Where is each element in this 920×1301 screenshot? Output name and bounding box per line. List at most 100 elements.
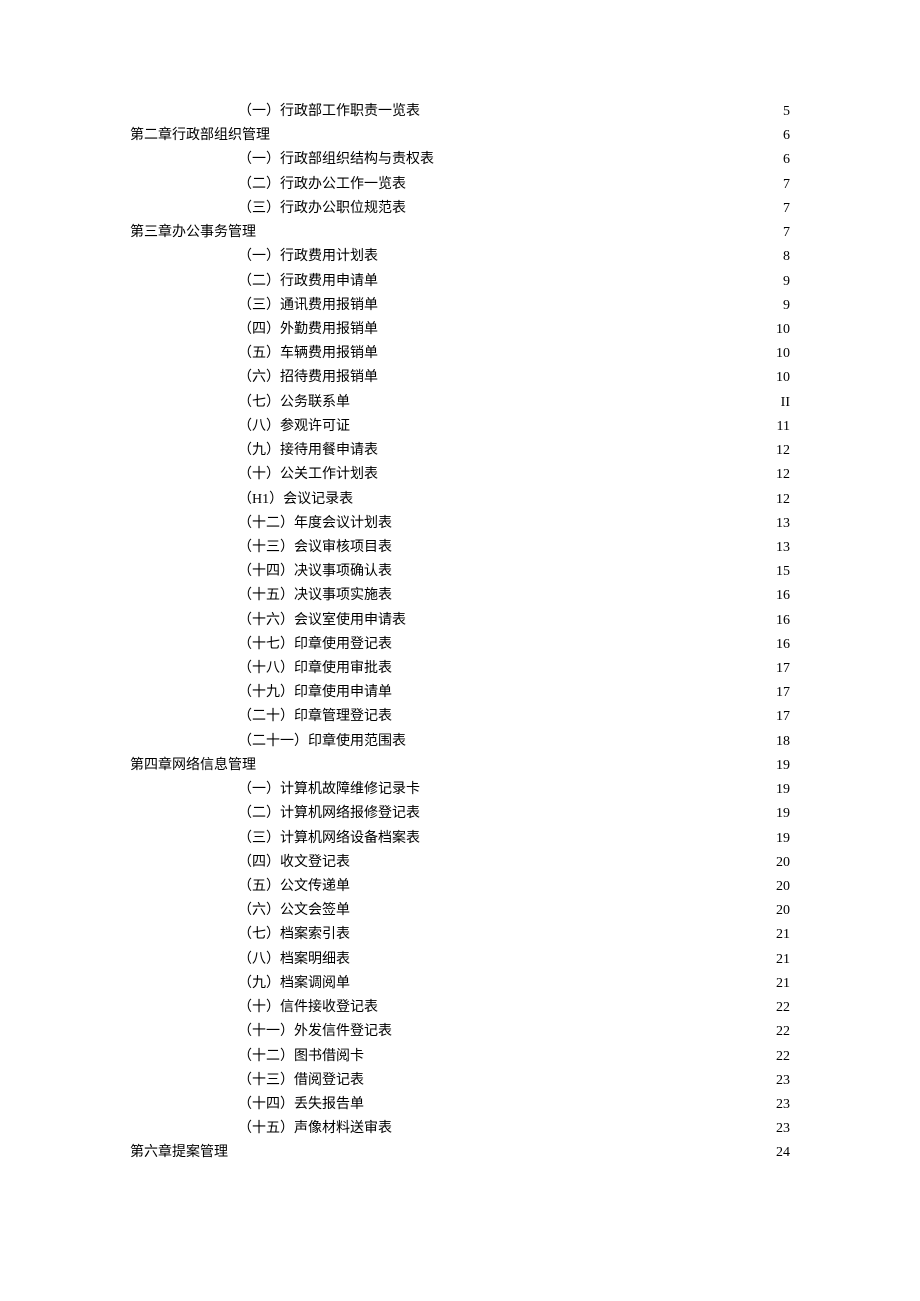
toc-entry-title: （二）计算机网络报修登记表 [130,802,420,826]
toc-entry-title: （十六）会议室使用申请表 [130,609,406,633]
toc-entry-page: 11 [773,415,790,439]
toc-entry-title: （十）公关工作计划表 [130,463,378,487]
toc-entry-title: （九）档案调阅单 [130,972,350,996]
toc-entry-page: 21 [772,972,790,996]
toc-entry-page: 18 [772,730,790,754]
toc-entry-title: 第三章办公事务管理 [130,221,256,245]
toc-entry-page: 10 [772,366,790,390]
toc-entry-page: 7 [779,221,790,245]
toc-entry-page: 23 [772,1069,790,1093]
toc-entry-page: 7 [779,197,790,221]
toc-entry-title: （十二）图书借阅卡 [130,1045,364,1069]
toc-sub-row: （七）公务联系单II [130,391,790,415]
toc-entry-page: 16 [772,609,790,633]
toc-entry-title: （一）行政部工作职责一览表 [130,100,420,124]
toc-entry-title: （一）行政费用计划表 [130,245,378,269]
toc-entry-page: 22 [772,996,790,1020]
toc-entry-page: 19 [772,778,790,802]
toc-entry-title: （六）公文会签单 [130,899,350,923]
toc-sub-row: （十六）会议室使用申请表 16 [130,609,790,633]
toc-entry-title: （二）行政办公工作一览表 [130,173,406,197]
toc-sub-row: （十一）外发信件登记表 22 [130,1020,790,1044]
toc-entry-page: 23 [772,1093,790,1117]
toc-sub-row: （十二）图书借阅卡 22 [130,1045,790,1069]
toc-entry-title: （四）外勤费用报销单 [130,318,378,342]
toc-entry-page: 17 [772,681,790,705]
toc-entry-page: 19 [772,754,790,778]
toc-entry-title: （七）档案索引表 [130,923,350,947]
toc-entry-title: （八）档案明细表 [130,948,350,972]
toc-entry-page: 19 [772,802,790,826]
toc-sub-row: （九）接待用餐申请表12 [130,439,790,463]
toc-entry-page: 12 [772,439,790,463]
toc-sub-row: （十三）借阅登记表 23 [130,1069,790,1093]
toc-entry-title: （十八）印章使用审批表 [130,657,392,681]
toc-sub-row: （四）收文登记表20 [130,851,790,875]
toc-sub-row: （三）计算机网络设备档案表 19 [130,827,790,851]
toc-entry-page: 7 [779,173,790,197]
toc-entry-title: （H1）会议记录表 [130,488,353,512]
toc-sub-row: （二十一）印章使用范围表 18 [130,730,790,754]
toc-entry-title: （十三）借阅登记表 [130,1069,364,1093]
toc-entry-page: 21 [772,923,790,947]
toc-sub-row: （十四）丢失报告单23 [130,1093,790,1117]
toc-entry-title: （十四）决议事项确认表 [130,560,392,584]
toc-entry-page: 22 [772,1045,790,1069]
toc-sub-row: （十二）年度会议计划表13 [130,512,790,536]
toc-entry-page: 10 [772,318,790,342]
toc-sub-row: （八）档案明细表 21 [130,948,790,972]
toc-entry-title: （十七）印章使用登记表 [130,633,392,657]
toc-entry-page: 13 [772,512,790,536]
toc-sub-row: （六）招待费用报销单 10 [130,366,790,390]
toc-sub-row: （一）行政费用计划表8 [130,245,790,269]
toc-entry-title: （十三）会议审核项目表 [130,536,392,560]
toc-sub-row: （八）参观许可证 11 [130,415,790,439]
toc-sub-row: （十五）声像材料送审表 23 [130,1117,790,1141]
toc-entry-page: 17 [772,705,790,729]
toc-entry-page: 20 [772,875,790,899]
toc-sub-row: （十）公关工作计划表 12 [130,463,790,487]
toc-entry-page: 6 [779,148,790,172]
toc-sub-row: （十五）决议事项实施表16 [130,584,790,608]
toc-entry-page: 19 [772,827,790,851]
toc-entry-title: （十一）外发信件登记表 [130,1020,392,1044]
toc-entry-title: （五）车辆费用报销单 [130,342,378,366]
toc-entry-page: 12 [772,488,790,512]
toc-sub-row: （十三）会议审核项目表 13 [130,536,790,560]
toc-entry-page: 9 [779,270,790,294]
toc-sub-row: （四）外勤费用报销单 10 [130,318,790,342]
toc-entry-page: 16 [772,633,790,657]
toc-entry-title: （二）行政费用申请单 [130,270,378,294]
toc-entry-page: 17 [772,657,790,681]
toc-sub-row: （七）档案索引表 21 [130,923,790,947]
toc-entry-page: 21 [772,948,790,972]
toc-entry-page: 23 [772,1117,790,1141]
toc-sub-row: （一）行政部工作职责一览表 5 [130,100,790,124]
toc-sub-row: （三）行政办公职位规范表7 [130,197,790,221]
toc-sub-row: （二）行政费用申请单 9 [130,270,790,294]
toc-entry-title: （十五）声像材料送审表 [130,1117,392,1141]
toc-entry-title: （十）信件接收登记表 [130,996,378,1020]
toc-entry-page: 22 [772,1020,790,1044]
toc-sub-row: （十九）印章使用申请单 17 [130,681,790,705]
toc-sub-row: （六）公文会签单20 [130,899,790,923]
toc-sub-row: （五）公文传递单 20 [130,875,790,899]
toc-sub-row: （二）行政办公工作一览表 7 [130,173,790,197]
toc-entry-page: 15 [772,560,790,584]
toc-entry-title: （六）招待费用报销单 [130,366,378,390]
toc-entry-title: （三）通讯费用报销单 [130,294,378,318]
toc-sub-row: （九）档案调阅单 21 [130,972,790,996]
toc-entry-page: 5 [779,100,790,124]
toc-entry-page: 24 [772,1141,790,1165]
toc-entry-page: 13 [772,536,790,560]
toc-entry-title: （四）收文登记表 [130,851,350,875]
toc-sub-row: （H1）会议记录表 12 [130,488,790,512]
toc-entry-title: （十九）印章使用申请单 [130,681,392,705]
toc-entry-title: （五）公文传递单 [130,875,350,899]
toc-entry-page: 12 [772,463,790,487]
toc-entry-page: 9 [779,294,790,318]
toc-sub-row: （十四）决议事项确认表 15 [130,560,790,584]
toc-entry-title: （八）参观许可证 [130,415,350,439]
toc-entry-title: （三）计算机网络设备档案表 [130,827,420,851]
toc-entry-title: （二十一）印章使用范围表 [130,730,406,754]
